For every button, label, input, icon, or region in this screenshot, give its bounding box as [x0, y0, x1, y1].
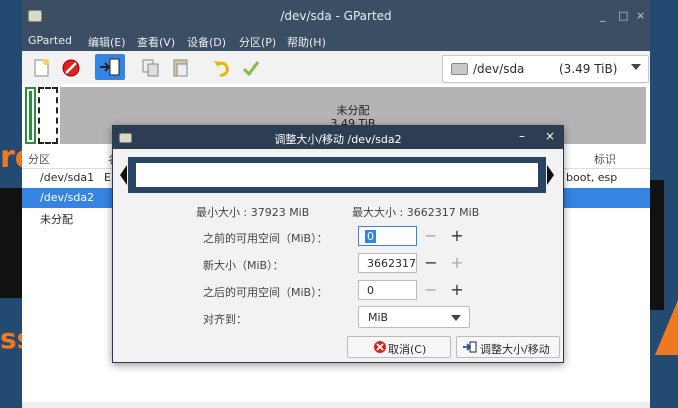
maximize-button[interactable]: □ [618, 9, 628, 22]
free-before-value: 0 [365, 230, 376, 243]
partition-bar[interactable] [128, 157, 546, 193]
menu-gparted[interactable]: GParted [28, 34, 72, 47]
disk-map-partition-sda2[interactable] [38, 87, 58, 144]
dialog-close-button[interactable]: × [545, 129, 555, 143]
copy-icon[interactable] [140, 57, 162, 79]
minimize-button[interactable]: _ [600, 9, 606, 22]
dialog-titlebar: 调整大小/移动 /dev/sda2 – × [113, 126, 563, 149]
menu-view[interactable]: 查看(V) [137, 34, 175, 50]
toolbar: /dev/sda (3.49 TiB) [22, 51, 650, 85]
new-icon[interactable] [31, 57, 53, 79]
free-before-label: 之前的可用空间（MiB）： [203, 232, 328, 245]
cancel-button[interactable]: 取消(C) [347, 336, 451, 358]
column-partition[interactable]: 分区 [28, 151, 50, 167]
resize-move-label: 调整大小/移动 [480, 343, 550, 356]
disk-map-partition-sda1[interactable] [25, 87, 36, 144]
dialog-title: 调整大小/移动 /dev/sda2 [274, 133, 402, 146]
free-after-input[interactable]: 0 [358, 280, 417, 300]
free-after-value: 0 [367, 284, 374, 297]
window-title: /dev/sda - GParted [280, 9, 392, 23]
menu-device[interactable]: 设备(D) [187, 34, 226, 50]
new-size-label: 新大小（MiB）： [203, 259, 284, 272]
device-name: /dev/sda [473, 62, 525, 76]
menu-edit[interactable]: 编辑(E) [88, 34, 126, 50]
cancel-label: 取消(C) [388, 343, 427, 356]
row-partition: /dev/sda1 [40, 171, 95, 184]
cancel-icon [374, 341, 386, 353]
row-partition: /dev/sda2 [40, 191, 95, 204]
new-size-increment-button[interactable]: + [446, 253, 468, 273]
desktop-wallpaper-shape [0, 188, 22, 298]
free-before-increment-button[interactable]: + [446, 226, 468, 246]
close-button[interactable]: × [636, 9, 645, 22]
row-flags: boot, esp [566, 171, 618, 184]
resize-move-dialog: 调整大小/移动 /dev/sda2 – × 最小大小 : 37923 MiB 最… [112, 125, 564, 363]
delete-icon[interactable] [60, 57, 82, 79]
align-value: MiB [368, 311, 389, 324]
column-flags[interactable]: 标识 [594, 151, 616, 167]
device-selector[interactable]: /dev/sda (3.49 TiB) [442, 55, 649, 83]
undo-icon[interactable] [211, 57, 233, 79]
desktop-wallpaper-triangle [655, 300, 678, 355]
free-before-decrement-button[interactable]: − [420, 226, 442, 246]
desktop-wallpaper-shape [650, 180, 664, 310]
row-partition: 未分配 [40, 213, 73, 226]
free-after-label: 之后的可用空间（MiB）： [203, 286, 328, 299]
resize-move-icon[interactable] [95, 54, 125, 80]
new-size-input[interactable]: 3662317 [358, 253, 417, 273]
free-after-increment-button[interactable]: + [446, 280, 468, 300]
max-size-label: 最大大小 : 3662317 MiB [352, 206, 480, 219]
resize-move-icon [463, 341, 477, 353]
row-name: E [104, 171, 111, 184]
new-size-decrement-button[interactable]: − [420, 253, 442, 273]
new-size-value: 3662317 [367, 257, 416, 270]
align-select[interactable]: MiB [358, 306, 470, 328]
harddisk-icon [451, 63, 468, 75]
menu-bar: GParted 编辑(E) 查看(V) 设备(D) 分区(P) 帮助(H) [22, 32, 650, 51]
dialog-minimize-button[interactable]: – [519, 129, 525, 143]
device-size: (3.49 TiB) [559, 62, 618, 76]
apply-icon[interactable] [240, 57, 262, 79]
partition-bar-fill [136, 163, 538, 187]
menu-partition[interactable]: 分区(P) [239, 34, 276, 50]
left-resize-handle[interactable] [120, 165, 127, 185]
chevron-down-icon [451, 315, 461, 321]
paste-icon[interactable] [170, 57, 192, 79]
free-after-decrement-button[interactable]: − [420, 280, 442, 300]
free-before-input[interactable]: 0 [358, 226, 417, 246]
window-titlebar: /dev/sda - GParted _ □ × [22, 0, 650, 32]
menu-help[interactable]: 帮助(H) [287, 34, 326, 50]
resize-move-button[interactable]: 调整大小/移动 [456, 336, 560, 358]
align-label: 对齐到： [203, 313, 247, 326]
min-size-label: 最小大小 : 37923 MiB [196, 206, 310, 219]
partition-resize-slider[interactable] [120, 155, 554, 195]
unallocated-label: 未分配 [336, 104, 370, 117]
right-resize-handle[interactable] [547, 165, 554, 185]
status-bar [22, 402, 650, 408]
chevron-down-icon [631, 64, 641, 70]
